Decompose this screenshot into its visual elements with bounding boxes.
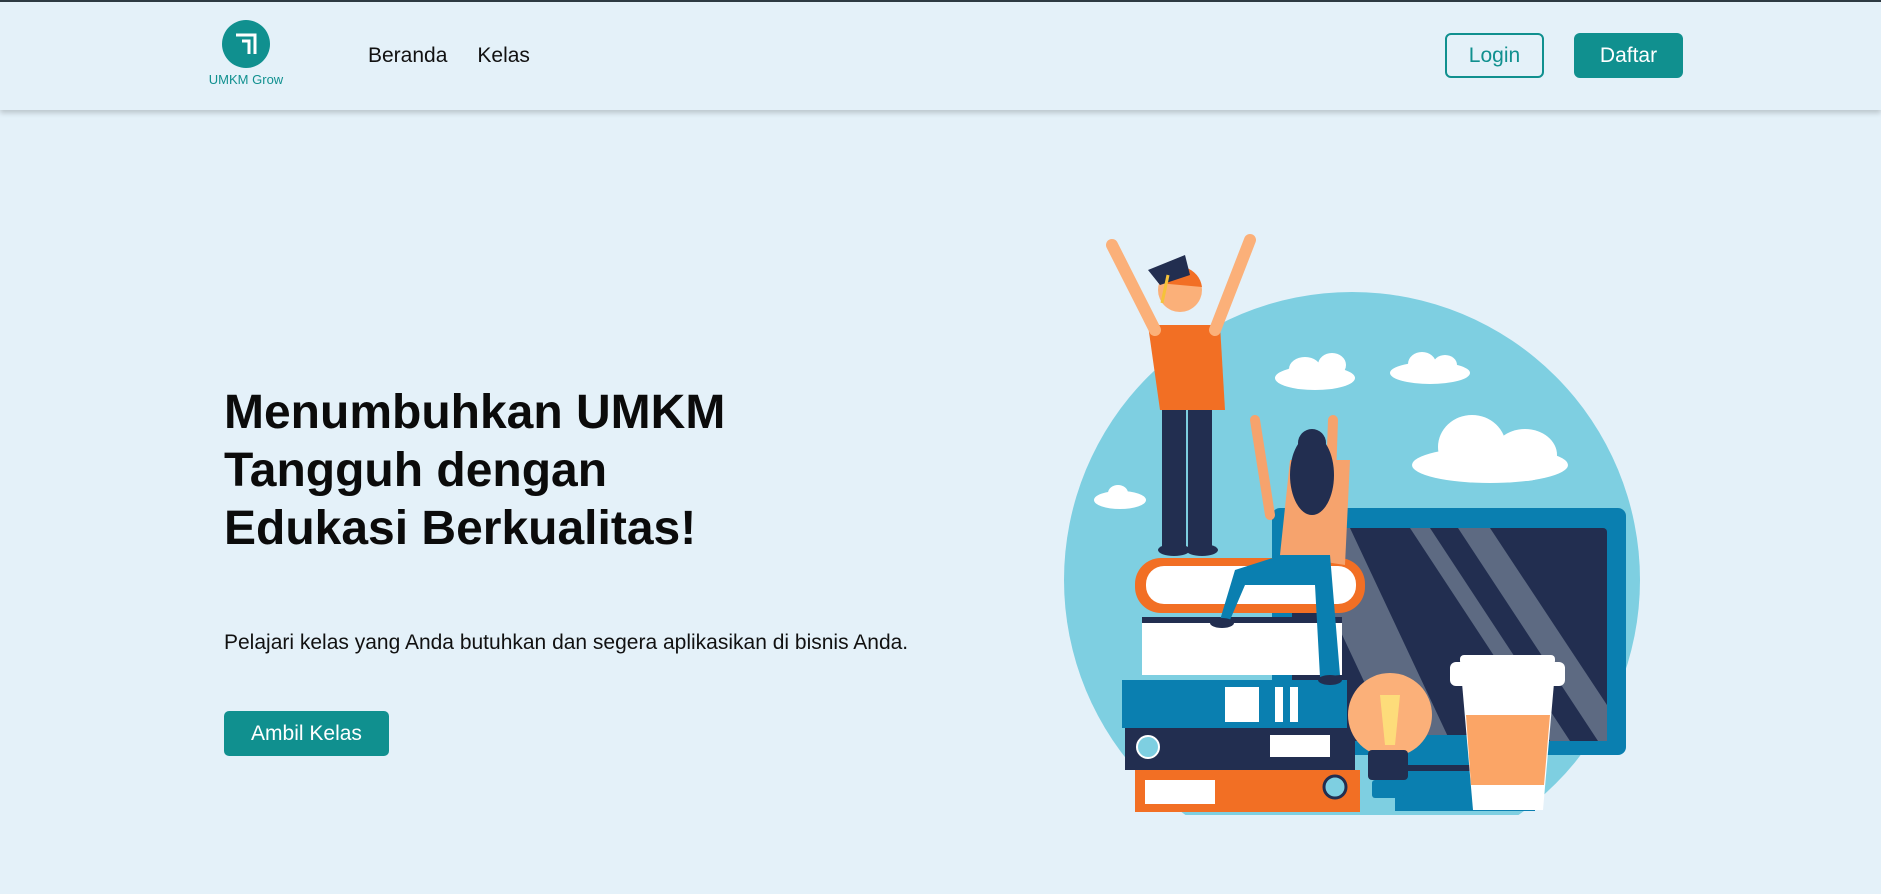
- take-class-button[interactable]: Ambil Kelas: [224, 711, 389, 756]
- hero-subtitle: Pelajari kelas yang Anda butuhkan dan se…: [224, 631, 909, 654]
- login-button[interactable]: Login: [1445, 33, 1544, 78]
- graduation-study-illustration: [1050, 225, 1650, 868]
- navbar: UMKM Grow Beranda Kelas Login Daftar: [0, 2, 1881, 110]
- logo-icon: [222, 20, 270, 68]
- brand-logo[interactable]: UMKM Grow: [200, 20, 292, 87]
- brand-name: UMKM Grow: [208, 72, 284, 87]
- hero-title-line-2: Tangguh dengan: [224, 444, 608, 497]
- hero-title: Menumbuhkan UMKM Tangguh dengan Edukasi …: [224, 384, 844, 558]
- main-nav: Beranda Kelas: [368, 44, 530, 68]
- hero-title-line-1: Menumbuhkan UMKM: [224, 386, 726, 439]
- register-button[interactable]: Daftar: [1574, 33, 1683, 78]
- hero-title-line-3: Edukasi Berkualitas!: [224, 502, 697, 555]
- nav-link-beranda[interactable]: Beranda: [368, 44, 447, 68]
- nav-link-kelas[interactable]: Kelas: [477, 44, 530, 68]
